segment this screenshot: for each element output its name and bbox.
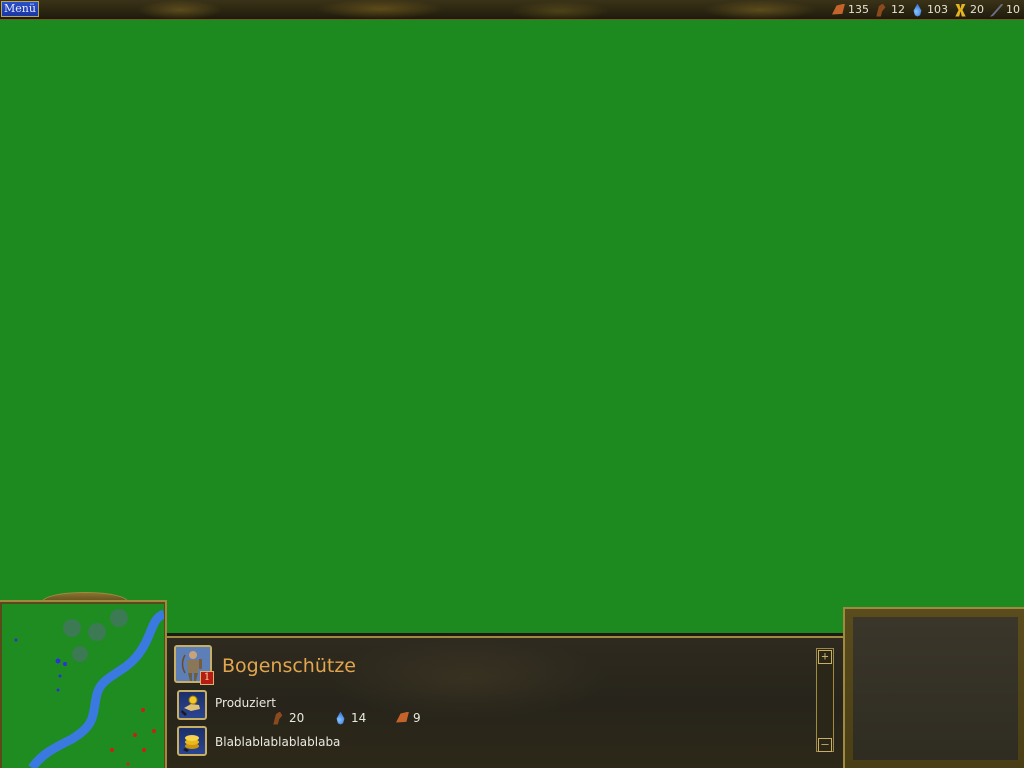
description-label: Blablablablablablaba	[215, 735, 341, 749]
scroll-up-button[interactable]: +	[818, 650, 832, 664]
minimap-forest	[63, 619, 81, 637]
gold-coins-icon	[183, 735, 199, 752]
resource-sword: 10	[990, 2, 1020, 18]
cost-value: 9	[413, 711, 421, 725]
scroll-down-button[interactable]: –	[818, 738, 832, 752]
unit-name: Bogenschütze	[222, 655, 356, 677]
minimap-unit	[126, 762, 130, 766]
menu-button[interactable]: Menü	[1, 1, 39, 17]
gold-icon	[955, 3, 966, 17]
resource-value: 12	[891, 3, 905, 16]
sword-icon	[990, 3, 1003, 17]
water-icon	[336, 711, 345, 725]
minimap[interactable]	[2, 604, 164, 768]
minimap-unit	[142, 748, 146, 752]
cost-wood: 20	[272, 710, 334, 726]
minimap-unit	[55, 658, 61, 664]
resource-wood: 12	[875, 2, 905, 18]
water-icon	[913, 3, 922, 17]
resource-value: 135	[848, 3, 869, 16]
minimap-unit	[152, 729, 156, 733]
resource-value: 20	[970, 3, 984, 16]
minimap-forest	[88, 623, 106, 641]
brick-icon	[832, 3, 845, 15]
minimap-forest	[72, 646, 88, 662]
minimap-unit	[14, 638, 18, 642]
produce-ability-icon[interactable]	[177, 690, 207, 720]
unit-level-badge: 1	[200, 671, 214, 685]
cost-value: 20	[289, 711, 305, 725]
game-map[interactable]	[0, 20, 1024, 600]
wood-icon	[876, 3, 886, 17]
resource-gold: 20	[954, 2, 984, 18]
wood-icon	[273, 711, 283, 725]
produce-label: Produziert	[215, 696, 276, 710]
resource-list: 135 12 103 20 10	[830, 2, 1020, 18]
minimap-unit	[133, 733, 137, 737]
description-ability-icon[interactable]	[177, 726, 207, 756]
brick-icon	[396, 711, 409, 723]
minimap-unit	[141, 708, 145, 712]
minimap-unit	[56, 688, 60, 692]
command-panel	[853, 617, 1018, 760]
resource-value: 103	[927, 3, 948, 16]
top-resource-bar: Menü 135 12 103 20 10	[0, 0, 1024, 20]
cost-row: 20 14 9	[272, 710, 458, 726]
resource-value: 10	[1006, 3, 1020, 16]
minimap-unit	[110, 748, 114, 752]
hand-coin-icon	[181, 695, 200, 716]
minimap-terrain	[14, 609, 164, 768]
minimap-unit	[58, 674, 62, 678]
cost-water: 14	[334, 710, 396, 726]
cost-value: 14	[351, 711, 367, 725]
cost-brick: 9	[396, 710, 458, 726]
minimap-unit	[63, 662, 67, 666]
minimap-forest	[110, 609, 128, 627]
resource-water: 103	[911, 2, 948, 18]
resource-brick: 135	[832, 2, 869, 18]
